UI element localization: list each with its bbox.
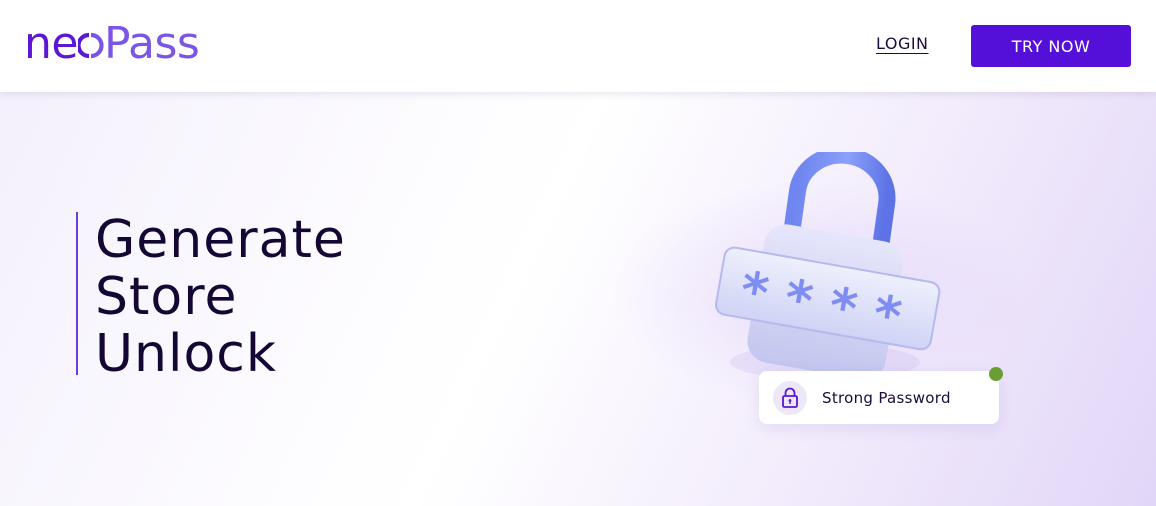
logo-text-neo: ne — [24, 18, 78, 69]
status-indicator-dot — [989, 367, 1003, 381]
lock-icon — [773, 380, 807, 415]
padlock-password-icon: * * * * — [715, 152, 941, 380]
tagline-generate: Generate — [95, 210, 346, 270]
strong-password-card: Strong Password — [759, 371, 999, 424]
neopass-logo[interactable]: ne Pass — [24, 18, 200, 70]
login-link[interactable]: LOGIN — [876, 34, 929, 53]
logo-o-icon — [77, 18, 104, 70]
hero-section: Generate Store Unlock * * * * Strong Pas… — [0, 92, 1156, 506]
strong-password-label: Strong Password — [822, 388, 951, 407]
site-header: ne Pass LOGIN TRY NOW — [0, 0, 1156, 92]
logo-text-pass: Pass — [103, 18, 200, 69]
try-now-button[interactable]: TRY NOW — [971, 25, 1131, 67]
hero-tagline: Generate Store Unlock — [76, 210, 346, 383]
tagline-unlock: Unlock — [95, 324, 277, 384]
tagline-store: Store — [95, 267, 238, 327]
